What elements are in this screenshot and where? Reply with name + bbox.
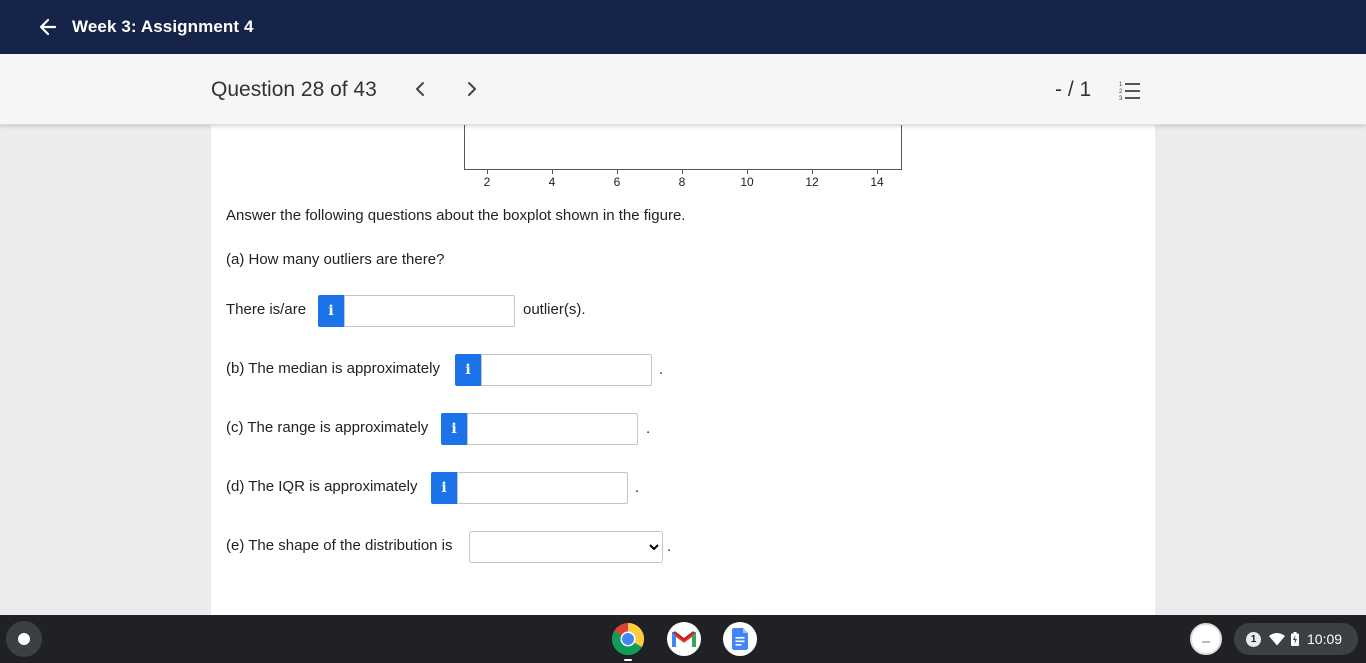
active-app-indicator (624, 659, 632, 661)
x-axis-tick-label: 4 (548, 175, 556, 189)
status-tray[interactable]: 1 10:09 (1234, 623, 1358, 655)
question-bar: Question 28 of 43 - / 1 1 2 3 (0, 54, 1366, 125)
top-header: Week 3: Assignment 4 (0, 0, 1366, 54)
part-e-label: (e) The shape of the distribution is (226, 537, 453, 554)
x-axis-tick (682, 169, 683, 174)
question-counter: Question 28 of 43 (211, 78, 377, 101)
iqr-input[interactable] (457, 472, 628, 504)
range-input[interactable] (467, 413, 638, 445)
period: . (646, 420, 651, 437)
svg-text:2: 2 (1119, 89, 1123, 95)
question-list-icon[interactable]: 1 2 3 (1118, 78, 1144, 102)
assignment-title: Week 3: Assignment 4 (72, 17, 254, 36)
gmail-app-icon[interactable] (667, 622, 701, 656)
info-icon[interactable]: i (455, 354, 481, 386)
part-a-question: (a) How many outliers are there? (226, 251, 445, 268)
part-b-label: (b) The median is approximately (226, 360, 440, 377)
previous-question-button[interactable] (407, 76, 433, 102)
back-arrow-icon[interactable] (28, 7, 68, 47)
question-score: - / 1 (1055, 78, 1092, 101)
x-axis-tick-label: 2 (483, 175, 491, 189)
x-axis-tick-label: 12 (805, 175, 819, 189)
period: . (659, 361, 664, 378)
x-axis-tick-label: 8 (678, 175, 686, 189)
median-input[interactable] (481, 354, 652, 386)
wifi-icon (1269, 632, 1285, 646)
docs-app-icon[interactable] (723, 622, 757, 656)
outliers-count-input[interactable] (344, 295, 515, 327)
x-axis-tick (487, 169, 488, 174)
launcher-circle-icon (18, 633, 30, 645)
chevron-right-icon (468, 82, 476, 96)
boxplot-x-axis: 2 4 6 8 10 12 14 (464, 169, 902, 189)
chevron-left-icon (416, 82, 424, 96)
x-axis-tick (552, 169, 553, 174)
distribution-shape-select[interactable] (469, 531, 663, 563)
info-icon[interactable]: i (431, 472, 457, 504)
user-avatar[interactable] (1190, 623, 1222, 655)
part-a-prefix: There is/are (226, 301, 307, 318)
battery-icon (1291, 632, 1299, 646)
taskbar: 1 10:09 (0, 615, 1366, 663)
period: . (667, 538, 672, 555)
notification-badge: 1 (1246, 631, 1261, 647)
next-question-button[interactable] (459, 76, 485, 102)
part-c-label: (c) The range is approximately (226, 419, 429, 436)
chrome-app-icon[interactable] (611, 622, 645, 656)
part-d-label: (d) The IQR is approximately (226, 478, 418, 495)
clock: 10:09 (1307, 631, 1343, 647)
period: . (635, 479, 640, 496)
svg-text:1: 1 (1119, 82, 1123, 88)
x-axis-tick (617, 169, 618, 174)
part-a-suffix: outlier(s). (523, 301, 586, 318)
question-content: 2 4 6 8 10 12 14 Answer the following question… (211, 125, 1155, 615)
x-axis-tick-label: 14 (870, 175, 884, 189)
x-axis-tick (877, 169, 878, 174)
x-axis-tick-label: 6 (613, 175, 621, 189)
info-icon[interactable]: i (441, 413, 467, 445)
info-icon[interactable]: i (318, 295, 344, 327)
launcher-button[interactable] (6, 621, 42, 657)
boxplot-frame (464, 125, 902, 170)
question-intro: Answer the following questions about the… (226, 207, 686, 224)
x-axis-tick (812, 169, 813, 174)
x-axis-tick-label: 10 (740, 175, 754, 189)
x-axis-tick (747, 169, 748, 174)
svg-text:3: 3 (1119, 96, 1123, 102)
